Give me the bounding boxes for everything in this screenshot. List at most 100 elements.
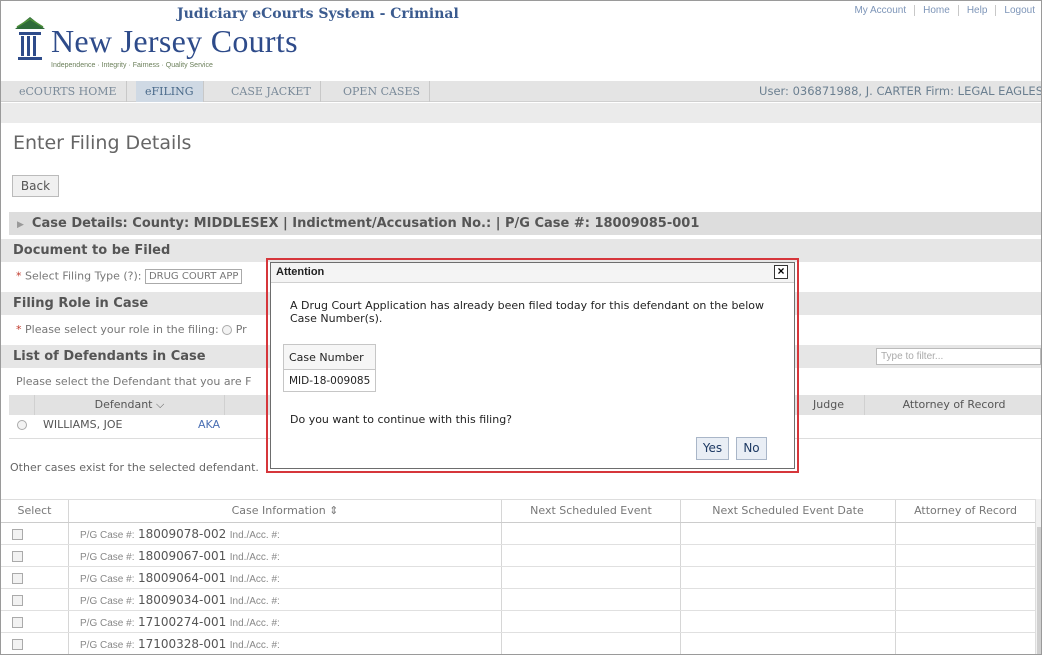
defendant-instruction: Please select the Defendant that you are… bbox=[16, 375, 252, 388]
role-option-label: Pr bbox=[235, 323, 247, 336]
filing-type-select[interactable]: DRUG COURT APP bbox=[144, 269, 243, 284]
case-checkbox[interactable] bbox=[12, 550, 23, 562]
defendant-select-cell bbox=[9, 415, 35, 438]
close-icon[interactable]: × bbox=[774, 265, 788, 279]
case-checkbox[interactable] bbox=[12, 616, 23, 628]
case-checkbox[interactable] bbox=[12, 594, 23, 606]
home-link[interactable]: Home bbox=[914, 5, 958, 16]
case-row[interactable]: P/G Case #: 18009067-001 Ind./Acc. #: bbox=[1, 545, 1041, 567]
dialog-title-bar[interactable]: Attention × bbox=[271, 263, 794, 283]
case-row[interactable]: P/G Case #: 17100328-001 Ind./Acc. #: bbox=[1, 633, 1041, 654]
next-event-date-cell bbox=[681, 545, 896, 566]
back-button[interactable]: Back bbox=[12, 175, 59, 197]
pg-case-number: 17100274-001 bbox=[137, 615, 227, 629]
pg-label: P/G Case #: bbox=[80, 618, 135, 629]
case-checkbox[interactable] bbox=[12, 572, 23, 584]
required-marker: * bbox=[16, 269, 22, 283]
sub-nav-stripe bbox=[1, 103, 1041, 123]
logo-tagline: Independence · Integrity · Fairness · Qu… bbox=[51, 62, 213, 69]
main-nav: eCOURTS HOME eFILING CASE JACKET OPEN CA… bbox=[1, 81, 1042, 102]
case-row[interactable]: P/G Case #: 18009064-001 Ind./Acc. #: bbox=[1, 567, 1041, 589]
sort-icon: ⇕ bbox=[329, 504, 339, 517]
pg-case-number: 17100328-001 bbox=[137, 637, 227, 651]
pg-case-number: 18009034-001 bbox=[137, 593, 227, 607]
help-link[interactable]: Help bbox=[957, 5, 996, 16]
role-radio[interactable] bbox=[222, 325, 233, 335]
scroll-thumb[interactable] bbox=[1037, 527, 1041, 654]
ind-label: Ind./Acc. #: bbox=[229, 640, 280, 651]
pg-label: P/G Case #: bbox=[80, 596, 135, 607]
defendant-name: WILLIAMS, JOE bbox=[43, 418, 123, 431]
filing-type-row: * Select Filing Type (?): DRUG COURT APP bbox=[16, 269, 243, 284]
attorney-cell bbox=[896, 567, 1035, 588]
defendant-filter-input[interactable]: Type to filter... bbox=[876, 348, 1041, 365]
case-info-cell: P/G Case #: 17100274-001 Ind./Acc. #: bbox=[69, 611, 502, 632]
dialog-message: A Drug Court Application has already bee… bbox=[290, 299, 764, 325]
next-event-cell bbox=[502, 611, 681, 632]
cases-scrollbar[interactable] bbox=[1035, 499, 1041, 654]
case-select-cell bbox=[1, 567, 69, 588]
next-event-cell bbox=[502, 545, 681, 566]
case-select-cell bbox=[1, 523, 69, 544]
tab-efiling[interactable]: eFILING bbox=[136, 81, 204, 102]
logout-link[interactable]: Logout bbox=[995, 5, 1041, 16]
next-event-date-col-header[interactable]: Next Scheduled Event Date bbox=[681, 500, 896, 522]
aka-link[interactable]: AKA bbox=[198, 415, 220, 435]
case-number-header: Case Number bbox=[282, 344, 377, 370]
ind-label: Ind./Acc. #: bbox=[229, 596, 280, 607]
tab-open-cases[interactable]: OPEN CASES bbox=[334, 81, 431, 102]
role-label: Please select your role in the filing: bbox=[25, 323, 219, 336]
ind-label: Ind./Acc. #: bbox=[229, 552, 280, 563]
pg-label: P/G Case #: bbox=[80, 640, 135, 651]
select-col-header bbox=[9, 395, 35, 415]
select-col-header: Select bbox=[1, 500, 69, 522]
next-event-cell bbox=[502, 567, 681, 588]
next-event-date-cell bbox=[681, 589, 896, 610]
my-account-link[interactable]: My Account bbox=[846, 5, 914, 16]
tab-case-jacket[interactable]: CASE JACKET bbox=[222, 81, 321, 102]
case-details-text: Case Details: County: MIDDLESEX | Indict… bbox=[31, 216, 700, 231]
browser-frame: Judiciary eCourts System - Criminal New … bbox=[0, 0, 1042, 655]
case-number-table: Case Number MID-18-009085 bbox=[282, 344, 377, 392]
yes-button[interactable]: Yes bbox=[696, 437, 729, 460]
tab-ecourts-home[interactable]: eCOURTS HOME bbox=[10, 81, 127, 102]
defendant-cell: WILLIAMS, JOE AKA bbox=[35, 415, 225, 438]
case-details-bar[interactable]: ▶ Case Details: County: MIDDLESEX | Indic… bbox=[9, 212, 1041, 235]
ind-label: Ind./Acc. #: bbox=[229, 530, 280, 541]
pg-label: P/G Case #: bbox=[80, 552, 135, 563]
attorney-cell bbox=[896, 545, 1035, 566]
ind-label: Ind./Acc. #: bbox=[229, 618, 280, 629]
next-event-col-header[interactable]: Next Scheduled Event bbox=[502, 500, 681, 522]
case-checkbox[interactable] bbox=[12, 528, 23, 540]
user-info: User: 036871988, J. CARTER Firm: LEGAL E… bbox=[759, 84, 1042, 98]
expand-arrow-icon[interactable]: ▶ bbox=[17, 220, 24, 230]
pg-case-number: 18009078-002 bbox=[137, 527, 227, 541]
pg-case-number: 18009067-001 bbox=[137, 549, 227, 563]
attorney-cell bbox=[896, 589, 1035, 610]
attention-dialog: Attention × A Drug Court Application has… bbox=[270, 262, 795, 469]
defendant-col-header[interactable]: Defendant ⌵ bbox=[35, 395, 225, 415]
case-info-col-header[interactable]: Case Information ⇕ bbox=[69, 500, 502, 522]
next-event-date-cell bbox=[681, 523, 896, 544]
dialog-question: Do you want to continue with this filing… bbox=[290, 413, 513, 426]
case-select-cell bbox=[1, 611, 69, 632]
attorney-col-header[interactable]: Attorney of Record bbox=[896, 500, 1035, 522]
case-info-cell: P/G Case #: 17100328-001 Ind./Acc. #: bbox=[69, 633, 502, 654]
required-marker: * bbox=[16, 323, 22, 336]
system-title: Judiciary eCourts System - Criminal bbox=[177, 6, 459, 22]
attorney-cell bbox=[896, 633, 1035, 654]
case-row[interactable]: P/G Case #: 17100274-001 Ind./Acc. #: bbox=[1, 611, 1041, 633]
attorney-col-header[interactable]: Attorney of Record bbox=[865, 395, 1041, 415]
logo-name[interactable]: New Jersey Courts bbox=[51, 23, 298, 60]
case-info-cell: P/G Case #: 18009034-001 Ind./Acc. #: bbox=[69, 589, 502, 610]
pg-case-number: 18009064-001 bbox=[137, 571, 227, 585]
case-checkbox[interactable] bbox=[12, 638, 23, 650]
cases-table-header: Select Case Information ⇕ Next Scheduled… bbox=[1, 499, 1041, 523]
filing-type-label: Select Filing Type (?): bbox=[25, 269, 142, 283]
top-links: My Account Home Help Logout bbox=[846, 5, 1041, 16]
case-row[interactable]: P/G Case #: 18009078-002 Ind./Acc. #: bbox=[1, 523, 1041, 545]
case-row[interactable]: P/G Case #: 18009034-001 Ind./Acc. #: bbox=[1, 589, 1041, 611]
no-button[interactable]: No bbox=[736, 437, 767, 460]
next-event-date-cell bbox=[681, 633, 896, 654]
defendant-radio[interactable] bbox=[17, 420, 27, 430]
